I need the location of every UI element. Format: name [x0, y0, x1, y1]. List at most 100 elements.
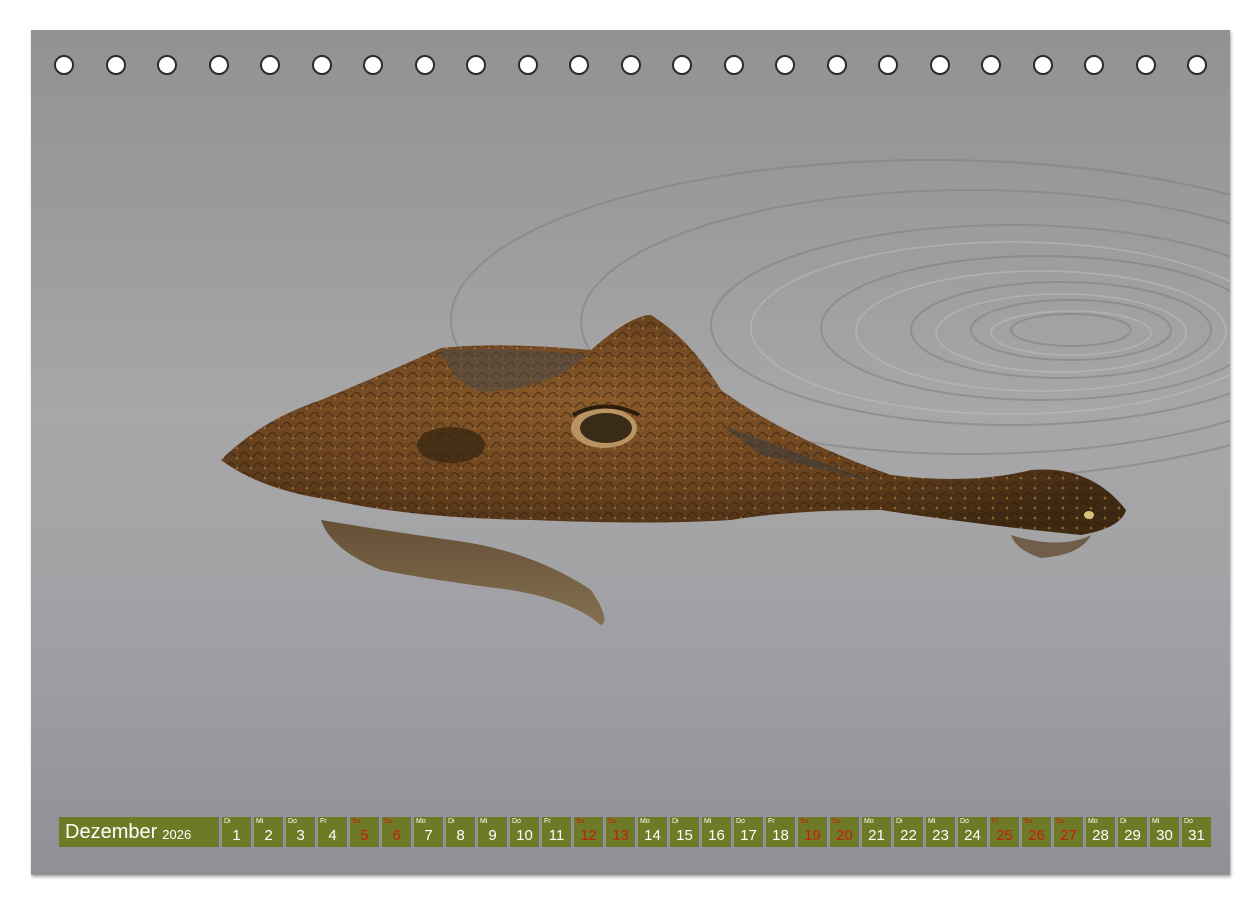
day-cell: Mi 2: [254, 817, 283, 847]
day-cell: Mi 9: [478, 817, 507, 847]
weekday-abbr: Mo: [864, 818, 874, 825]
binding-hole: [672, 55, 692, 75]
day-number: 22: [900, 827, 917, 844]
weekday-abbr: Do: [288, 818, 297, 825]
day-cell: Mi 23: [926, 817, 955, 847]
weekday-abbr: Mo: [1088, 818, 1098, 825]
binding-hole: [826, 55, 847, 75]
binding-hole: [1084, 55, 1104, 75]
binding-hole: [1135, 55, 1156, 75]
day-cell: Sa 26: [1022, 817, 1051, 847]
weekday-abbr: Do: [736, 818, 745, 825]
caiman-photo: [221, 159, 1230, 625]
day-number: 5: [360, 827, 369, 844]
day-number: 13: [612, 827, 629, 844]
weekday-abbr: So: [384, 818, 393, 825]
day-cell: Fr 11: [542, 817, 571, 847]
binding-hole: [105, 55, 126, 75]
day-number: 21: [868, 827, 885, 844]
day-cell: Sa 12: [574, 817, 603, 847]
weekday-abbr: Di: [672, 818, 679, 825]
day-cell: Sa 5: [350, 817, 379, 847]
month-year: 2026: [162, 826, 192, 842]
day-number: 14: [644, 827, 661, 844]
day-number: 17: [740, 827, 757, 844]
day-number: 26: [1028, 827, 1045, 844]
binding-hole: [466, 55, 486, 75]
month-name: Dezember: [65, 820, 158, 843]
weekday-abbr: Sa: [800, 818, 809, 825]
binding-hole: [775, 55, 795, 75]
binding-hole: [1187, 55, 1207, 75]
weekday-abbr: Fr: [544, 818, 551, 825]
weekday-abbr: Mo: [416, 818, 426, 825]
day-number: 15: [676, 827, 693, 844]
day-cell: Fr 18: [766, 817, 795, 847]
binding-hole: [981, 55, 1001, 75]
binding-hole: [54, 55, 74, 75]
day-number: 8: [456, 827, 465, 844]
weekday-abbr: Mi: [704, 818, 712, 825]
binding-hole: [878, 55, 898, 75]
binding-hole: [517, 55, 538, 75]
weekday-abbr: So: [1056, 818, 1065, 825]
binding-hole: [363, 55, 383, 75]
weekday-abbr: Do: [512, 818, 521, 825]
weekday-abbr: Fr: [320, 818, 327, 825]
day-cell: Sa 19: [798, 817, 827, 847]
day-number: 9: [488, 827, 497, 844]
day-number: 1: [232, 827, 241, 844]
day-cell: Di 29: [1118, 817, 1147, 847]
binding-hole: [208, 55, 229, 75]
binding-hole: [1032, 55, 1053, 75]
weekday-abbr: Fr: [768, 818, 775, 825]
weekday-abbr: So: [832, 818, 841, 825]
binding-hole: [260, 55, 280, 75]
day-number: 23: [932, 827, 949, 844]
weekday-abbr: Di: [224, 818, 231, 825]
day-cell: Do 31: [1182, 817, 1211, 847]
day-cell: Mo 21: [862, 817, 891, 847]
weekday-abbr: Sa: [576, 818, 585, 825]
day-cell: Di 8: [446, 817, 475, 847]
caiman-reflection: [321, 520, 605, 625]
weekday-abbr: Mi: [928, 818, 936, 825]
day-number: 10: [516, 827, 533, 844]
day-number: 29: [1124, 827, 1141, 844]
binding-hole: [414, 55, 435, 75]
binding-hole: [723, 55, 744, 75]
day-number: 6: [392, 827, 401, 844]
day-cell: Do 3: [286, 817, 315, 847]
day-cell: So 20: [830, 817, 859, 847]
weekday-abbr: Sa: [1024, 818, 1033, 825]
day-cell: Do 17: [734, 817, 763, 847]
weekday-abbr: Di: [1120, 818, 1127, 825]
day-cell: Fr 4: [318, 817, 347, 847]
day-number: 19: [804, 827, 821, 844]
day-number: 25: [996, 827, 1013, 844]
spiral-binding-holes: [31, 30, 1230, 110]
weekday-abbr: Mo: [640, 818, 650, 825]
calendar-page: Dezember 2026 Di 1 Mi 2 Do 3 Fr 4 Sa 5 So 6 Mo 7 Di 8 Mi…: [31, 30, 1230, 875]
weekday-abbr: Di: [448, 818, 455, 825]
day-number: 11: [548, 827, 565, 844]
day-cell: Mo 28: [1086, 817, 1115, 847]
weekday-abbr: Mi: [1152, 818, 1160, 825]
binding-hole: [311, 55, 332, 75]
month-label: Dezember 2026: [59, 817, 219, 847]
binding-hole: [929, 55, 950, 75]
day-cell: Mo 14: [638, 817, 667, 847]
weekday-abbr: Mi: [480, 818, 488, 825]
binding-hole: [157, 55, 177, 75]
day-cell: Di 1: [222, 817, 251, 847]
day-number: 4: [328, 827, 337, 844]
calendar-bar: Dezember 2026 Di 1 Mi 2 Do 3 Fr 4 Sa 5 So 6 Mo 7 Di 8 Mi…: [59, 817, 1211, 847]
day-cell: Mi 16: [702, 817, 731, 847]
weekday-abbr: Sa: [352, 818, 361, 825]
day-number: 16: [708, 827, 725, 844]
day-cell: Mi 30: [1150, 817, 1179, 847]
day-cell: So 27: [1054, 817, 1083, 847]
day-number: 7: [424, 827, 433, 844]
binding-hole: [569, 55, 589, 75]
day-cell: Fr 25: [990, 817, 1019, 847]
